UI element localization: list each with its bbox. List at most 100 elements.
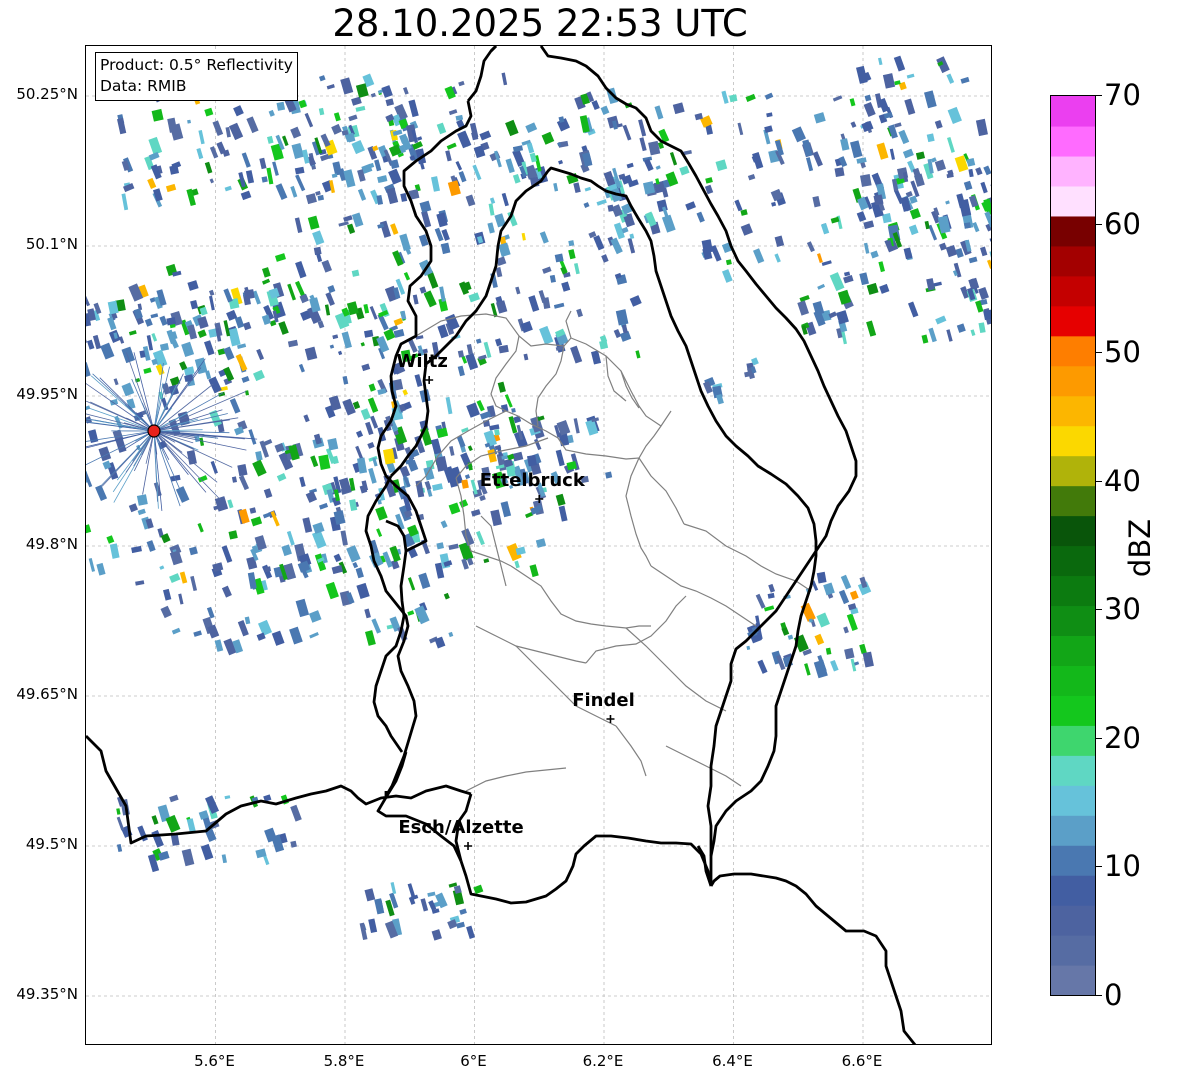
radar-echo (561, 281, 571, 292)
radar-echo (249, 507, 257, 514)
radar-echo (375, 506, 388, 521)
radar-echo (248, 429, 257, 445)
radar-echo (209, 146, 219, 159)
radar-echo (626, 162, 634, 169)
radar-echo (497, 381, 506, 393)
radar-echo (310, 455, 319, 468)
radar-echo (419, 200, 432, 213)
radar-echo (455, 160, 463, 171)
radar-echo (169, 573, 181, 584)
radar-echo (432, 483, 443, 492)
radar-echo (457, 350, 465, 358)
radar-echo (113, 378, 119, 386)
radar-echo (317, 194, 325, 201)
radar-echo (364, 329, 374, 338)
clutter-ray (153, 430, 218, 483)
radar-echo (343, 215, 353, 222)
radar-echo (255, 450, 263, 461)
radar-echo (755, 593, 766, 609)
radar-echo (116, 117, 127, 135)
radar-echo (479, 130, 492, 141)
radar-echo (178, 593, 184, 605)
data-source-label: Data: RMIB (100, 77, 187, 95)
radar-echo (721, 269, 733, 283)
radar-echo (187, 280, 199, 291)
radar-echo (990, 181, 991, 192)
radar-echo (151, 830, 164, 848)
radar-echo (100, 342, 115, 360)
colorbar-band (1051, 665, 1095, 696)
colorbar-band (1051, 965, 1095, 995)
radar-echo (472, 164, 482, 181)
colorbar-band (1051, 365, 1095, 397)
radar-echo (276, 101, 286, 111)
radar-echo (231, 476, 238, 483)
radar-echo (259, 157, 267, 170)
colorbar-tick-label: 50 (1104, 335, 1141, 370)
luxembourg-border (364, 166, 818, 857)
colorbar-band (1051, 545, 1095, 577)
radar-echo (329, 344, 335, 349)
radar-echo (241, 375, 250, 383)
radar-echo (816, 571, 827, 584)
radar-echo (228, 327, 241, 347)
radar-echo (445, 396, 453, 415)
colorbar-tick-label: 0 (1104, 978, 1123, 1012)
radar-echo (136, 494, 148, 506)
radar-echo (133, 308, 143, 320)
radar-echo (475, 530, 485, 546)
radar-echo (393, 317, 404, 326)
radar-echo (501, 72, 508, 86)
radar-echo (379, 220, 392, 238)
radar-echo (553, 182, 559, 192)
radar-echo (878, 261, 885, 273)
radar-echo (365, 630, 376, 646)
radar-echo (768, 583, 776, 593)
radar-echo (307, 215, 320, 230)
colorbar-band (1051, 485, 1095, 517)
radar-echo (740, 209, 748, 216)
radar-echo (116, 844, 123, 853)
radar-echo (371, 618, 382, 634)
radar-echo (143, 367, 152, 374)
radar-echo (643, 181, 656, 195)
radar-echo (968, 256, 978, 264)
radar-echo (464, 474, 471, 480)
radar-echo (321, 259, 332, 273)
radar-echo (539, 325, 554, 345)
radar-echo (147, 177, 157, 190)
radar-echo (290, 804, 302, 822)
radar-echo (326, 84, 335, 90)
radar-echo (465, 194, 476, 207)
radar-echo (863, 242, 870, 254)
radar-echo (542, 266, 552, 274)
radar-echo (333, 553, 342, 563)
radar-echo (817, 253, 823, 263)
radar-echo (367, 397, 379, 413)
radar-echo (205, 795, 220, 814)
radar-map[interactable] (85, 45, 992, 1045)
radar-echo (805, 157, 814, 172)
colorbar-tick-label: 30 (1104, 592, 1141, 627)
radar-echo (431, 176, 441, 192)
city-marker (464, 842, 473, 850)
radar-echo (116, 816, 125, 831)
radar-echo (737, 122, 744, 136)
colorbar-band (1051, 455, 1095, 487)
colorbar-label: dBZ (1123, 518, 1157, 578)
radar-echo (459, 499, 469, 508)
colorbar-tick-mark (1096, 866, 1102, 868)
radar-echo (179, 571, 188, 584)
radar-echo (316, 253, 323, 263)
radar-echo (591, 100, 600, 111)
radar-echo (169, 164, 180, 175)
radar-echo (989, 237, 991, 242)
colorbar-band (1051, 96, 1095, 127)
radar-echo (763, 605, 775, 612)
radar-echo (169, 794, 179, 803)
radar-echo (424, 480, 432, 491)
radar-echo (258, 619, 273, 636)
radar-echo (903, 247, 913, 260)
radar-echo (150, 313, 159, 319)
colorbar-tick-label: 20 (1104, 720, 1141, 755)
